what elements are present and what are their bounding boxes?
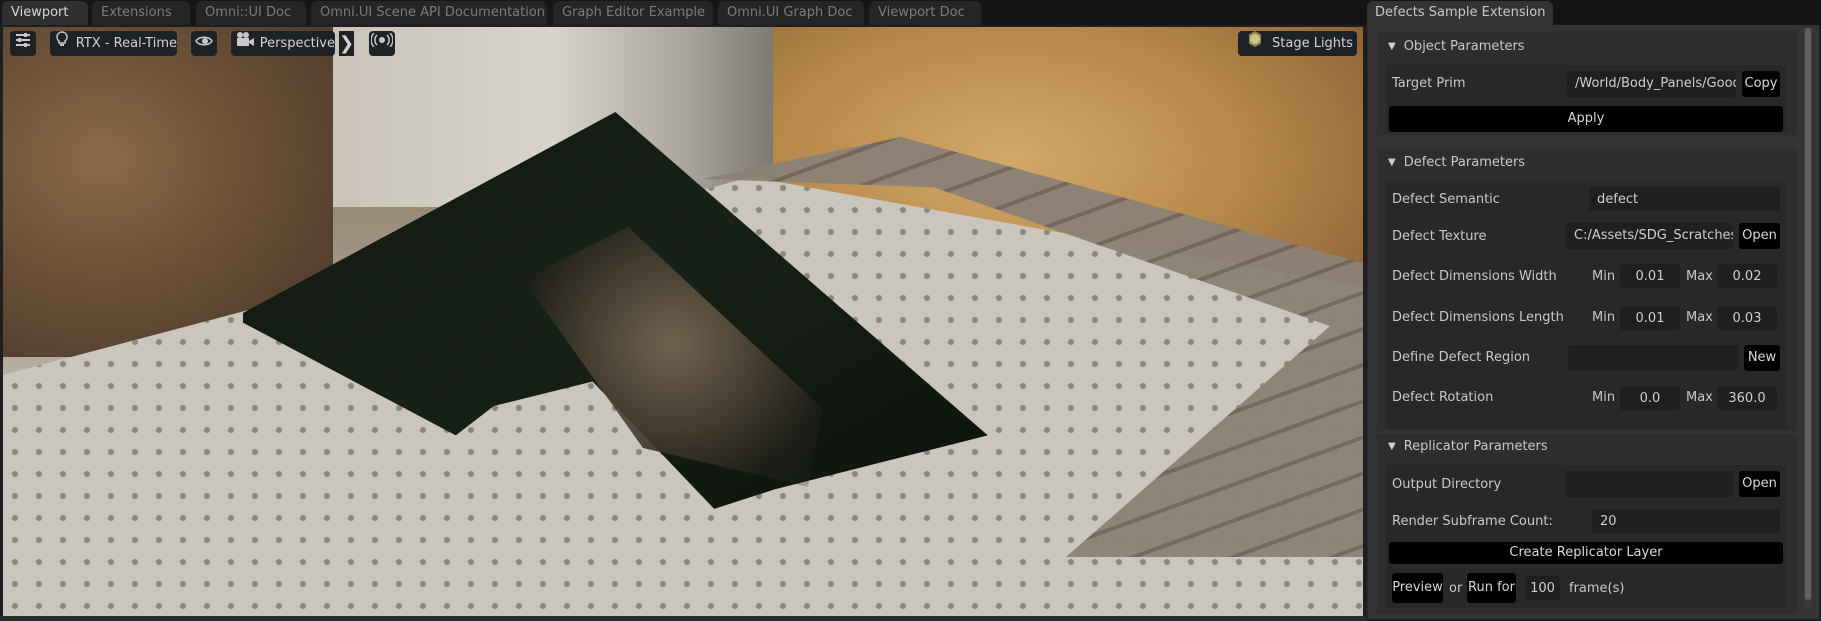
collapse-triangle-icon: ▼ bbox=[1388, 440, 1396, 452]
tab-omni-ui-graph-doc[interactable]: Omni.UI Graph Doc bbox=[718, 1, 864, 25]
target-prim-label: Target Prim bbox=[1392, 76, 1466, 91]
defect-texture-open-button[interactable]: Open bbox=[1739, 223, 1780, 249]
renderer-menu-button[interactable]: RTX - Real-Time bbox=[50, 30, 177, 57]
output-directory-field[interactable] bbox=[1566, 471, 1733, 497]
copy-button[interactable]: Copy bbox=[1742, 71, 1780, 97]
frame-count-field[interactable]: 100 bbox=[1525, 576, 1560, 600]
stage-lights-label: Stage Lights bbox=[1272, 36, 1353, 51]
max-label: Max bbox=[1686, 310, 1713, 325]
output-directory-open-button[interactable]: Open bbox=[1739, 471, 1780, 497]
output-directory-label: Output Directory bbox=[1392, 477, 1502, 492]
min-label: Min bbox=[1592, 310, 1616, 325]
camera-label: Perspective bbox=[259, 36, 335, 51]
tab-omni-ui-doc[interactable]: Omni::UI Doc bbox=[196, 1, 306, 25]
defect-region-field[interactable] bbox=[1568, 345, 1738, 371]
collapse-triangle-icon: ▼ bbox=[1388, 156, 1396, 168]
tab-viewport[interactable]: Viewport bbox=[2, 1, 88, 25]
target-prim-field[interactable]: /World/Body_Panels/Good/M bbox=[1567, 71, 1736, 97]
tab-label: Omni::UI Doc bbox=[205, 5, 292, 20]
viewport-bottom-border bbox=[0, 616, 1366, 621]
stage-lights-button[interactable]: Stage Lights bbox=[1238, 31, 1357, 56]
camera-menu-button[interactable]: Perspective bbox=[231, 31, 335, 56]
defect-width-label: Defect Dimensions Width bbox=[1392, 269, 1557, 284]
tab-defects-sample-extension[interactable]: Defects Sample Extension bbox=[1367, 1, 1553, 25]
tab-extensions[interactable]: Extensions bbox=[92, 1, 190, 25]
max-label: Max bbox=[1686, 269, 1713, 284]
defect-rotation-label: Defect Rotation bbox=[1392, 390, 1494, 405]
defect-length-label: Defect Dimensions Length bbox=[1392, 310, 1564, 325]
chevron-right-icon: ❯ bbox=[339, 33, 355, 54]
viewport-settings-button[interactable] bbox=[10, 31, 36, 56]
tab-label: Graph Editor Example bbox=[562, 5, 706, 20]
tab-viewport-doc[interactable]: Viewport Doc bbox=[869, 1, 981, 25]
visibility-menu-button[interactable] bbox=[191, 31, 217, 56]
lightbulb-icon bbox=[50, 30, 75, 57]
broadcast-icon bbox=[370, 31, 394, 56]
create-replicator-layer-button[interactable]: Create Replicator Layer bbox=[1389, 542, 1783, 564]
viewport-canvas[interactable] bbox=[3, 27, 1363, 616]
define-defect-region-label: Define Defect Region bbox=[1392, 350, 1531, 365]
render-subframe-count-label: Render Subframe Count: bbox=[1392, 514, 1553, 529]
defect-length-max-field[interactable]: 0.03 bbox=[1717, 306, 1777, 330]
defect-length-min-field[interactable]: 0.01 bbox=[1620, 306, 1680, 330]
collapse-triangle-icon: ▼ bbox=[1388, 40, 1396, 52]
min-label: Min bbox=[1592, 390, 1616, 405]
defect-semantic-label: Defect Semantic bbox=[1392, 192, 1500, 207]
tab-label: Viewport bbox=[11, 5, 69, 20]
frames-suffix-label: frame(s) bbox=[1569, 581, 1625, 596]
tab-label: Omni.UI Scene API Documentation bbox=[320, 5, 546, 20]
section-title: Replicator Parameters bbox=[1403, 438, 1548, 454]
tab-label: Defects Sample Extension bbox=[1375, 5, 1546, 20]
or-label: or bbox=[1449, 581, 1463, 596]
sun-icon bbox=[1238, 30, 1272, 57]
defect-texture-label: Defect Texture bbox=[1392, 229, 1487, 244]
defect-rotation-max-field[interactable]: 360.0 bbox=[1717, 386, 1777, 410]
broadcast-button[interactable] bbox=[369, 31, 395, 56]
tab-label: Extensions bbox=[101, 5, 172, 20]
defect-width-max-field[interactable]: 0.02 bbox=[1717, 264, 1777, 288]
eye-icon bbox=[195, 31, 213, 56]
defect-semantic-field[interactable]: defect bbox=[1589, 187, 1780, 211]
max-label: Max bbox=[1686, 390, 1713, 405]
expand-toolbar-button[interactable]: ❯ bbox=[339, 31, 354, 56]
defect-texture-field[interactable]: C:/Assets/SDG_Scratches/Sc bbox=[1566, 223, 1733, 249]
defect-region-new-button[interactable]: New bbox=[1744, 345, 1780, 371]
defect-rotation-min-field[interactable]: 0.0 bbox=[1620, 386, 1680, 410]
render-subframe-count-field[interactable]: 20 bbox=[1592, 509, 1780, 533]
movie-camera-icon bbox=[231, 31, 260, 56]
replicator-parameters-header[interactable]: ▼ Replicator Parameters bbox=[1388, 436, 1548, 456]
tab-omni-ui-scene-api-documentation[interactable]: Omni.UI Scene API Documentation bbox=[311, 1, 547, 25]
tab-graph-editor-example[interactable]: Graph Editor Example bbox=[553, 1, 713, 25]
defect-parameters-header[interactable]: ▼ Defect Parameters bbox=[1388, 152, 1525, 172]
preview-button[interactable]: Preview bbox=[1392, 573, 1443, 603]
run-for-button[interactable]: Run for bbox=[1467, 573, 1516, 603]
defect-width-min-field[interactable]: 0.01 bbox=[1620, 264, 1680, 288]
section-title: Defect Parameters bbox=[1403, 154, 1526, 170]
tab-label: Viewport Doc bbox=[878, 5, 965, 20]
section-title: Object Parameters bbox=[1403, 38, 1525, 54]
scrollbar-thumb[interactable] bbox=[1805, 28, 1811, 600]
sliders-icon bbox=[15, 31, 31, 56]
object-parameters-header[interactable]: ▼ Object Parameters bbox=[1388, 36, 1525, 56]
tab-label: Omni.UI Graph Doc bbox=[727, 5, 853, 20]
apply-button[interactable]: Apply bbox=[1389, 106, 1783, 132]
renderer-label: RTX - Real-Time bbox=[75, 36, 177, 51]
min-label: Min bbox=[1592, 269, 1616, 284]
